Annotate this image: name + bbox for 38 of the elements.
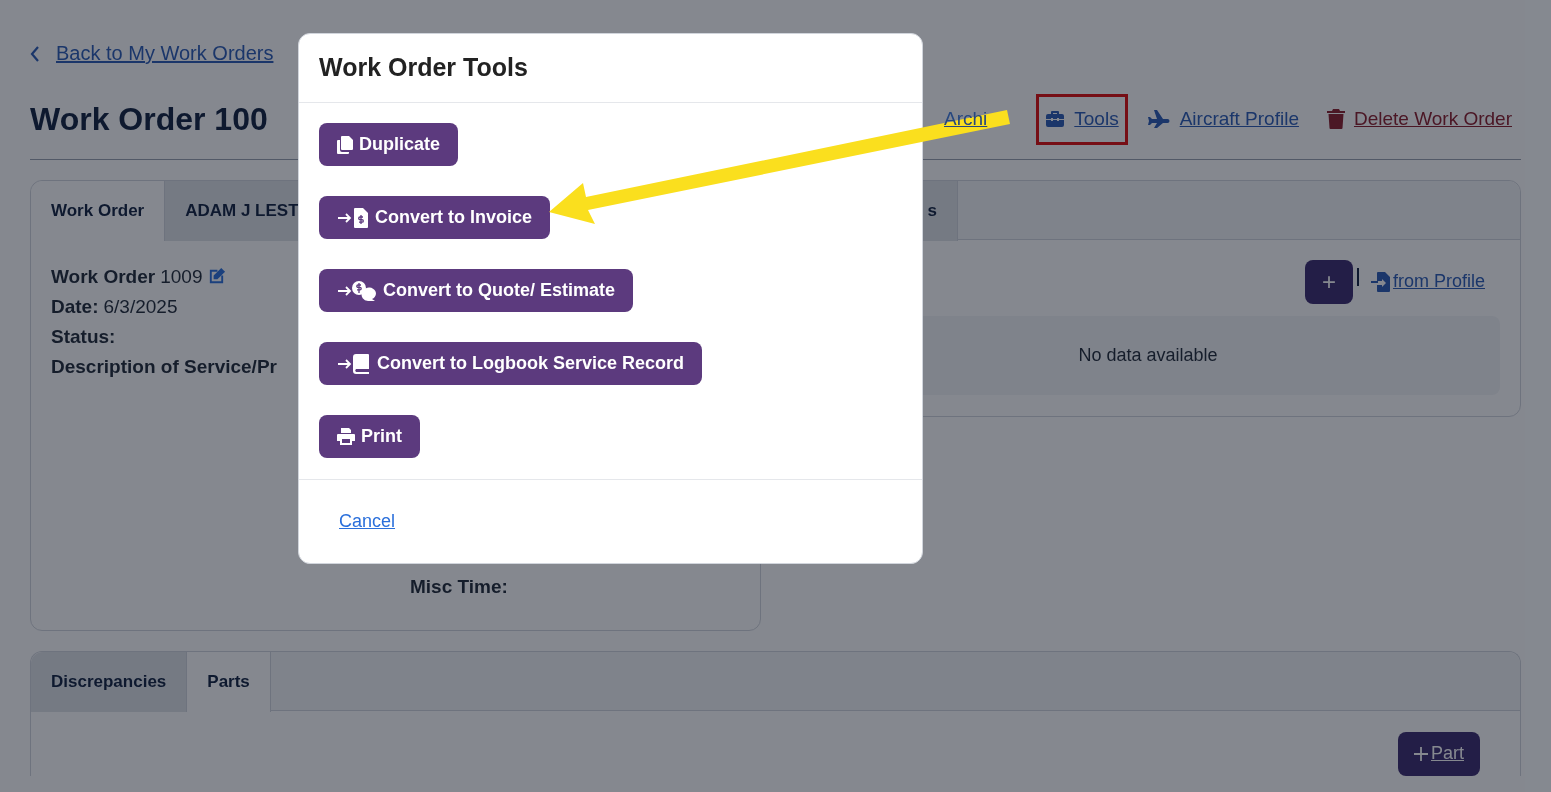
quote-button[interactable]: Convert to Quote/ Estimate: [319, 269, 634, 312]
printer-icon: [337, 428, 355, 445]
from-profile-link[interactable]: from Profile: [1370, 268, 1485, 295]
cancel-link[interactable]: Cancel: [339, 508, 396, 535]
field-label: Date:: [51, 294, 99, 319]
field-label: Status:: [51, 324, 116, 349]
plus-icon: [1414, 746, 1428, 761]
add-part-button[interactable]: Part: [1398, 731, 1480, 776]
tab[interactable]: Work Order: [31, 180, 166, 241]
field-label: Work Order: [51, 264, 156, 289]
tab[interactable]: Discrepancies: [31, 651, 188, 712]
arrow-chat-money-icon: [337, 280, 377, 301]
page-title: Work Order 100: [30, 100, 268, 140]
airplane-icon: [1146, 109, 1171, 130]
archive-link[interactable]: Archi: [935, 94, 997, 145]
back-link[interactable]: Back to My Work Orders: [30, 38, 274, 68]
field-value: 6/3/2025: [103, 294, 178, 319]
modal-title: Work Order Tools: [319, 52, 528, 84]
tools-link[interactable]: Tools: [1036, 94, 1128, 145]
print-button[interactable]: Print: [319, 415, 420, 458]
arrow-invoice-icon: [337, 207, 369, 228]
edit-icon: [207, 267, 227, 286]
copy-icon: [337, 135, 353, 154]
file-import-icon: [1370, 271, 1391, 292]
chevron-left-icon: [30, 46, 40, 62]
misc-time-label: Misc Time:: [410, 574, 508, 599]
duplicate-button[interactable]: Duplicate: [319, 123, 459, 166]
trash-icon: [1326, 109, 1345, 130]
invoice-button[interactable]: Convert to Invoice: [319, 196, 551, 239]
tab[interactable]: Parts: [187, 651, 271, 712]
logbook-button[interactable]: Convert to Logbook Service Record: [319, 342, 703, 385]
aircraft-link[interactable]: Aircraft Profile: [1137, 94, 1308, 145]
add-button[interactable]: +: [1304, 259, 1353, 304]
delete-link[interactable]: Delete Work Order: [1317, 94, 1521, 145]
field-label: Description of Service/Pr: [51, 354, 277, 379]
arrow-book-icon: [337, 353, 371, 374]
toolbox-icon: [1045, 110, 1066, 129]
field-value: 1009: [160, 264, 203, 289]
